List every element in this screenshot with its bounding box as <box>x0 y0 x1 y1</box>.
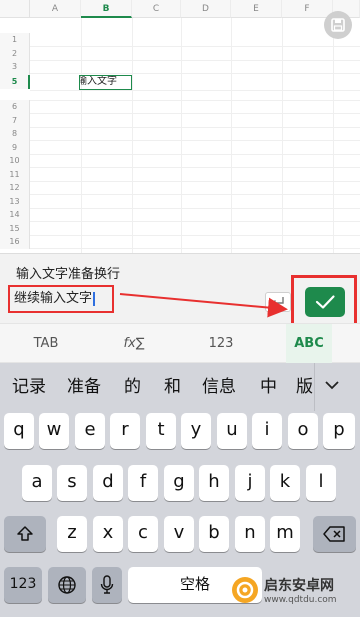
key-z[interactable]: z <box>57 516 87 552</box>
column-header-c[interactable]: C <box>132 0 181 18</box>
row-header[interactable]: 2 <box>0 46 30 60</box>
candidate-word[interactable]: 和 <box>164 363 181 411</box>
input-line-1[interactable]: 输入文字准备换行 <box>16 263 120 282</box>
row-header[interactable]: 12 <box>0 181 30 195</box>
row-header[interactable]: 7 <box>0 113 30 127</box>
watermark-url: www.qdtdu.com <box>264 595 337 605</box>
key-a[interactable]: a <box>22 465 52 501</box>
key-t[interactable]: t <box>146 413 176 449</box>
row-header[interactable]: 14 <box>0 208 30 222</box>
row-header[interactable]: 10 <box>0 154 30 168</box>
return-arrow-icon <box>271 297 284 307</box>
key-r[interactable]: r <box>110 413 140 449</box>
key-c[interactable]: c <box>128 516 158 552</box>
text-caret <box>93 291 95 306</box>
globe-icon <box>58 576 76 594</box>
column-header-a[interactable]: A <box>30 0 81 18</box>
candidate-word[interactable]: 记录 <box>12 363 46 411</box>
save-button[interactable] <box>324 11 352 39</box>
key-k[interactable]: k <box>270 465 300 501</box>
formula-key[interactable]: fx∑ <box>92 324 176 364</box>
key-y[interactable]: y <box>181 413 211 449</box>
row-header-active[interactable]: 5 <box>0 75 30 89</box>
key-n[interactable]: n <box>235 516 265 552</box>
key-q[interactable]: q <box>4 413 34 449</box>
key-v[interactable]: v <box>164 516 194 552</box>
editing-cell-b5[interactable]: 输入文字 <box>79 75 132 90</box>
row-header[interactable]: 8 <box>0 127 30 141</box>
key-s[interactable]: s <box>57 465 87 501</box>
key-d[interactable]: d <box>93 465 123 501</box>
microphone-icon <box>100 575 114 594</box>
checkmark-icon <box>315 295 335 309</box>
number-key[interactable]: 123 <box>180 324 262 364</box>
key-l[interactable]: l <box>306 465 336 501</box>
key-f[interactable]: f <box>128 465 158 501</box>
row-header[interactable]: 11 <box>0 167 30 181</box>
input-line-2-highlight[interactable]: 继续输入文字 <box>8 285 114 313</box>
candidate-word[interactable]: 版 <box>296 363 313 411</box>
globe-key[interactable] <box>48 567 86 603</box>
tab-key[interactable]: TAB <box>8 324 84 364</box>
key-e[interactable]: e <box>75 413 105 449</box>
number-mode-key[interactable]: 123 <box>4 567 42 603</box>
candidate-word[interactable]: 的 <box>124 363 141 411</box>
candidate-word[interactable]: 信息 <box>202 363 236 411</box>
watermark-logo-icon <box>232 577 258 603</box>
watermark: 启东安卓网 www.qdtdu.com <box>226 567 360 617</box>
shift-arrow-icon <box>17 526 33 541</box>
row-header[interactable]: 3 <box>0 60 30 74</box>
key-u[interactable]: u <box>217 413 247 449</box>
row-header[interactable]: 16 <box>0 235 30 249</box>
key-h[interactable]: h <box>199 465 229 501</box>
watermark-name: 启东安卓网 <box>264 578 334 594</box>
candidate-bar: 记录 准备 的 和 信息 中 版 <box>0 363 360 411</box>
column-header-f[interactable]: F <box>282 0 333 18</box>
line-break-button[interactable] <box>265 292 291 312</box>
shift-key[interactable] <box>4 516 46 552</box>
key-j[interactable]: j <box>235 465 265 501</box>
key-m[interactable]: m <box>270 516 300 552</box>
column-header-b[interactable]: B <box>81 0 132 18</box>
key-i[interactable]: i <box>252 413 282 449</box>
candidate-word[interactable]: 中 <box>260 363 277 411</box>
row-header[interactable]: 9 <box>0 140 30 154</box>
key-w[interactable]: w <box>39 413 69 449</box>
confirm-button[interactable] <box>305 287 345 317</box>
key-b[interactable]: b <box>199 516 229 552</box>
candidate-word[interactable]: 准备 <box>67 363 101 411</box>
row-header[interactable]: 6 <box>0 100 30 114</box>
spreadsheet: A B C D E F 1 2 3 4 5 6 7 8 9 10 11 12 1… <box>0 0 360 253</box>
key-o[interactable]: o <box>288 413 318 449</box>
function-bar: TAB fx∑ 123 ABC <box>0 323 360 364</box>
key-p[interactable]: p <box>323 413 355 449</box>
column-header-d[interactable]: D <box>181 0 231 18</box>
row-header[interactable]: 13 <box>0 194 30 208</box>
input-line-2: 继续输入文字 <box>14 291 93 306</box>
row-header[interactable]: 15 <box>0 221 30 235</box>
column-header-e[interactable]: E <box>231 0 282 18</box>
microphone-key[interactable] <box>92 567 122 603</box>
abc-key[interactable]: ABC <box>286 324 332 364</box>
key-x[interactable]: x <box>93 516 123 552</box>
save-icon <box>331 18 345 32</box>
sheet-corner[interactable] <box>0 0 30 18</box>
row-header[interactable]: 1 <box>0 33 30 47</box>
key-g[interactable]: g <box>164 465 194 501</box>
backspace-icon <box>322 526 345 542</box>
backspace-key[interactable] <box>313 516 356 552</box>
expand-candidates-icon[interactable] <box>324 379 340 391</box>
